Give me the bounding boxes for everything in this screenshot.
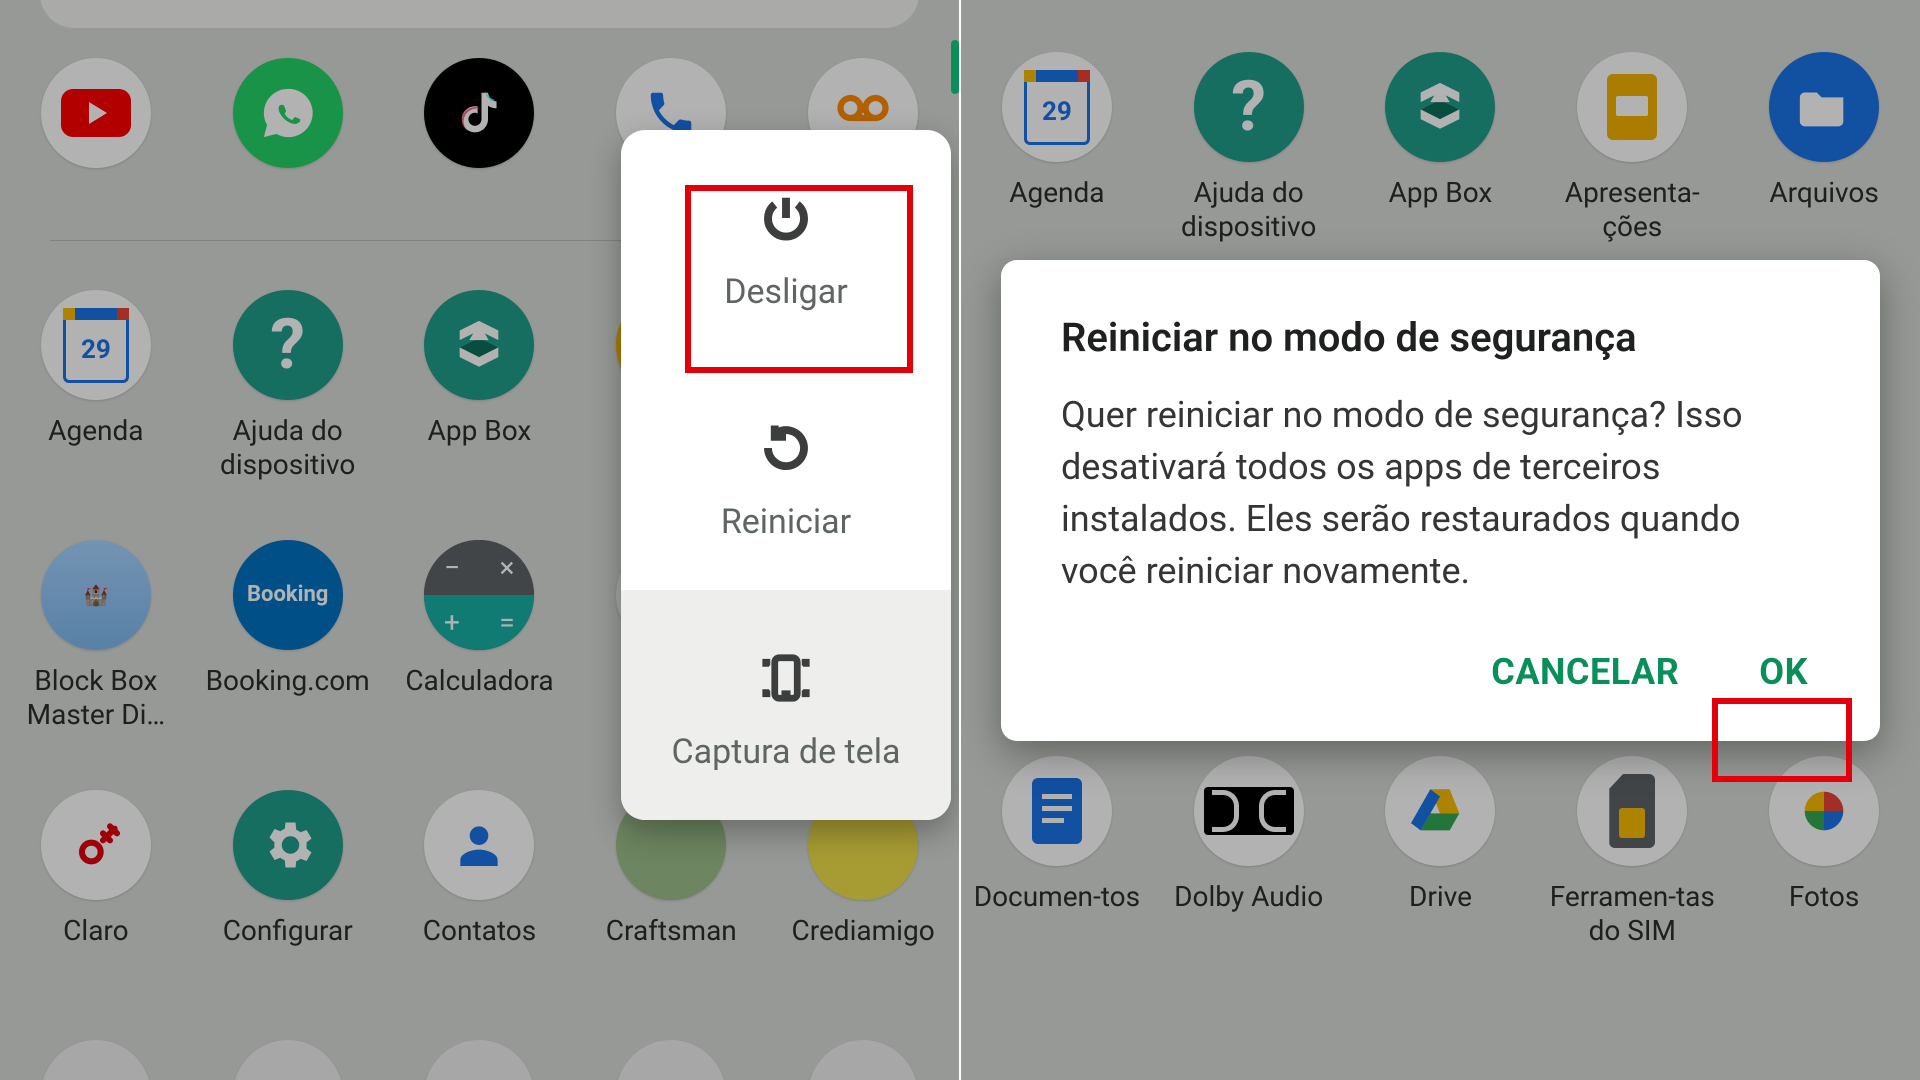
app-label: Ajuda do dispositivo [1164,176,1334,244]
app-whatsapp[interactable] [203,58,373,168]
dialog-actions: CANCELAR OK [1061,637,1820,707]
dialog-title: Reiniciar no modo de segurança [1061,314,1820,361]
app-sim[interactable]: Ferramen-tas do SIM [1547,756,1717,948]
restart-icon [651,416,921,480]
restart-label: Reiniciar [651,502,921,542]
app-label: Claro [63,914,128,948]
screenshot-right: 29 Agenda ? Ajuda do dispositivo App Box [961,0,1920,1080]
gear-icon [233,790,343,900]
power-menu: Desligar Reiniciar Captura de tela [621,130,951,820]
app-calculadora[interactable]: − × + = Calculadora [394,540,564,732]
app-dolby[interactable]: Dolby Audio [1164,756,1334,948]
photos-icon [1769,756,1879,866]
app-peek[interactable] [203,1040,373,1080]
app-peek[interactable] [394,1040,564,1080]
app-label: Craftsman [606,914,737,948]
screenshot-left: 29 Agenda ? Ajuda do dispositivo App Box… [0,0,961,1080]
app-peek[interactable] [586,1040,756,1080]
slides-icon [1577,52,1687,162]
power-off-label: Desligar [651,272,921,312]
appbox-icon [424,290,534,400]
dialog-body: Quer reiniciar no modo de segurança? Iss… [1061,389,1820,597]
screenshot-item[interactable]: Captura de tela [621,590,951,820]
app-label: Calculadora [405,664,553,698]
help-icon: ? [233,290,343,400]
safe-mode-dialog: Reiniciar no modo de segurança Quer rein… [1001,260,1880,741]
app-label: Fotos [1789,880,1859,914]
app-ajuda[interactable]: ? Ajuda do dispositivo [203,290,373,482]
docs-icon [1002,756,1112,866]
blockbox-icon: 🏰 [41,540,151,650]
app-agenda[interactable]: 29 Agenda [11,290,181,482]
files-icon [1769,52,1879,162]
app-youtube[interactable] [11,58,181,168]
app-label: Contatos [423,914,536,948]
app-peek[interactable] [778,1040,948,1080]
app-appbox[interactable]: App Box [1355,52,1525,244]
app-appbox[interactable]: App Box [394,290,564,482]
youtube-icon [41,58,151,168]
screenshot-icon [651,646,921,710]
app-peek[interactable] [11,1040,181,1080]
restart-item[interactable]: Reiniciar [621,360,951,590]
app-fotos[interactable]: Fotos [1739,756,1909,948]
app-label: Agenda [48,414,143,448]
app-label: Dolby Audio [1174,880,1323,914]
calendar-day: 29 [1042,99,1072,125]
power-off-item[interactable]: Desligar [621,130,951,360]
app-label: Agenda [1009,176,1104,210]
power-icon [651,186,921,250]
claro-icon [41,790,151,900]
app-label: Block Box Master Di… [11,664,181,732]
app-row-a: 29 Agenda ? Ajuda do dispositivo App Box [961,52,1920,244]
app-booking[interactable]: Booking Booking.com [203,540,373,732]
whatsapp-icon [233,58,343,168]
app-row-5 [0,1040,959,1080]
search-bar[interactable] [40,0,919,28]
calculator-icon: − × + = [424,540,534,650]
dolby-icon [1194,756,1304,866]
app-label: Crediamigo [792,914,935,948]
scroll-indicator [951,40,959,94]
app-label: Drive [1409,880,1472,914]
app-drive[interactable]: Drive [1355,756,1525,948]
app-configurar[interactable]: Configurar [203,790,373,948]
app-documentos[interactable]: Documen-tos [972,756,1142,948]
appbox-icon [1385,52,1495,162]
app-tiktok[interactable] [394,58,564,168]
help-icon: ? [1194,52,1304,162]
ok-button[interactable]: OK [1747,637,1820,707]
app-label: Configurar [223,914,353,948]
app-ajuda[interactable]: ? Ajuda do dispositivo [1164,52,1334,244]
drive-icon [1385,756,1495,866]
app-label: Documen-tos [974,880,1140,914]
app-agenda[interactable]: 29 Agenda [972,52,1142,244]
app-claro[interactable]: Claro [11,790,181,948]
calendar-icon: 29 [41,290,151,400]
app-label: Ajuda do dispositivo [203,414,373,482]
app-label: Booking.com [206,664,370,698]
app-apresentacoes[interactable]: Apresenta-ções [1547,52,1717,244]
tiktok-icon [424,58,534,168]
app-label: App Box [428,414,532,448]
app-contatos[interactable]: Contatos [394,790,564,948]
app-label: Apresenta-ções [1547,176,1717,244]
app-label: Arquivos [1769,176,1878,210]
contacts-icon [424,790,534,900]
app-row-b: Documen-tos Dolby Audio Drive [961,756,1920,948]
calendar-day: 29 [81,337,111,363]
app-label: App Box [1389,176,1493,210]
screenshot-label: Captura de tela [651,732,921,772]
calendar-icon: 29 [1002,52,1112,162]
sim-icon [1577,756,1687,866]
cancel-button[interactable]: CANCELAR [1479,637,1691,707]
app-blockbox[interactable]: 🏰 Block Box Master Di… [11,540,181,732]
app-arquivos[interactable]: Arquivos [1739,52,1909,244]
app-label: Ferramen-tas do SIM [1547,880,1717,948]
booking-icon: Booking [233,540,343,650]
